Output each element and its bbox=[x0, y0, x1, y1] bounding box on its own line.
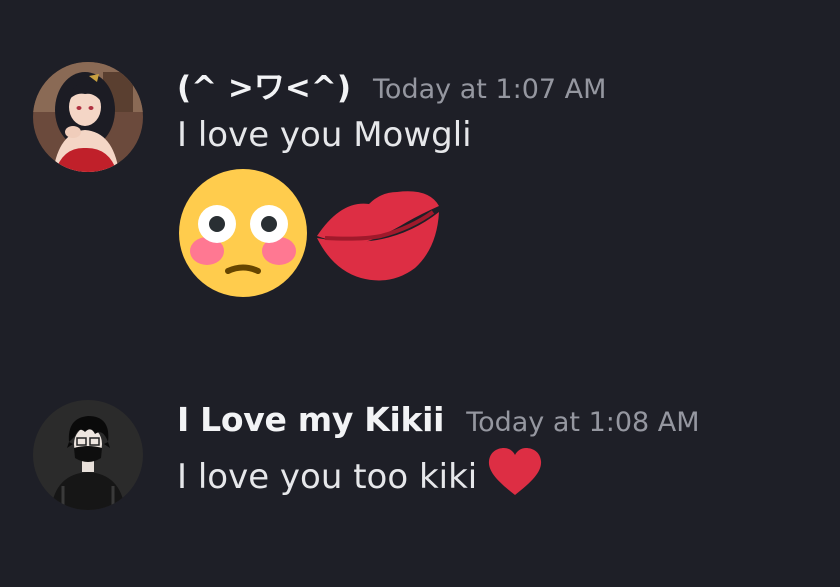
timestamp[interactable]: Today at 1:07 AM bbox=[373, 74, 606, 105]
chat-messages: (^ >ワ<^) Today at 1:07 AM I love you Mow… bbox=[0, 0, 840, 587]
red-heart-emoji[interactable] bbox=[487, 447, 543, 506]
username[interactable]: (^ >ワ<^) bbox=[177, 62, 351, 107]
message-content: I Love my Kikii Today at 1:08 AM I love … bbox=[177, 400, 700, 506]
message-header: (^ >ワ<^) Today at 1:07 AM bbox=[177, 62, 606, 107]
timestamp[interactable]: Today at 1:08 AM bbox=[466, 407, 699, 438]
anime-girl-avatar[interactable] bbox=[33, 62, 143, 172]
message-text: I love you too kiki bbox=[177, 456, 478, 497]
message-text-row: I love you too kiki bbox=[177, 447, 700, 506]
message-header: I Love my Kikii Today at 1:08 AM bbox=[177, 400, 700, 439]
message-content: (^ >ワ<^) Today at 1:07 AM I love you Mow… bbox=[177, 62, 606, 303]
emoji-row bbox=[177, 167, 606, 303]
message-text: I love you Mowgli bbox=[177, 115, 472, 155]
username[interactable]: I Love my Kikii bbox=[177, 400, 444, 439]
flushed-face-emoji[interactable] bbox=[177, 167, 309, 303]
masked-boy-avatar[interactable] bbox=[33, 400, 143, 510]
kiss-mark-emoji[interactable] bbox=[311, 178, 441, 292]
